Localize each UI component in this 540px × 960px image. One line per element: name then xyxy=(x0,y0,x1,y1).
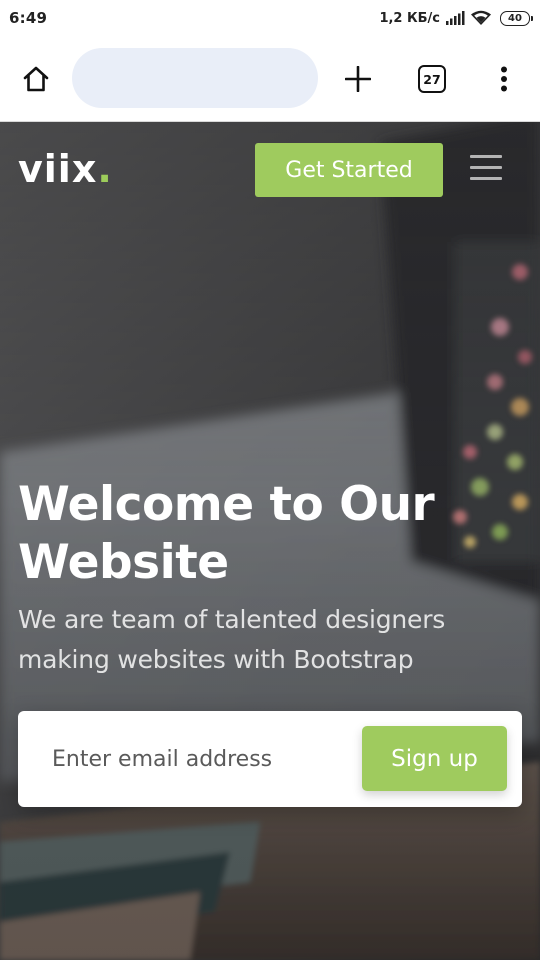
home-icon xyxy=(23,66,49,92)
status-indicators: 1,2 КБ/с 40 xyxy=(379,10,533,26)
wifi-icon xyxy=(470,10,492,26)
get-started-button[interactable]: Get Started xyxy=(255,143,443,197)
battery-level: 40 xyxy=(508,12,522,24)
status-time: 6:49 xyxy=(9,9,48,27)
hero-title: Welcome to Our Website xyxy=(18,477,435,590)
status-bar: 6:49 1,2 КБ/с 40 xyxy=(0,0,540,36)
more-vert-icon xyxy=(501,66,507,92)
battery-icon: 40 xyxy=(500,10,533,26)
network-speed: 1,2 КБ/с xyxy=(379,10,440,26)
browser-toolbar: 27 xyxy=(0,36,540,122)
home-button[interactable] xyxy=(18,61,54,97)
newsletter-form: Sign up xyxy=(18,711,522,807)
new-tab-button[interactable] xyxy=(340,61,376,97)
site-logo[interactable]: viix. xyxy=(18,144,113,194)
email-input[interactable] xyxy=(36,733,356,785)
logo-text: viix xyxy=(18,147,98,191)
more-menu-button[interactable] xyxy=(490,61,518,97)
plus-icon xyxy=(345,66,371,92)
signal-icon xyxy=(445,11,465,25)
sign-up-button[interactable]: Sign up xyxy=(362,726,507,791)
hero-section: viix. Get Started Welcome to Our Website… xyxy=(0,122,540,960)
url-bar[interactable] xyxy=(72,48,318,108)
tabs-button[interactable]: 27 xyxy=(418,65,446,93)
hamburger-menu-icon[interactable] xyxy=(470,155,502,181)
tab-count: 27 xyxy=(423,71,441,87)
hero-subtitle: We are team of talented designers making… xyxy=(18,605,446,674)
logo-dot: . xyxy=(97,147,113,191)
